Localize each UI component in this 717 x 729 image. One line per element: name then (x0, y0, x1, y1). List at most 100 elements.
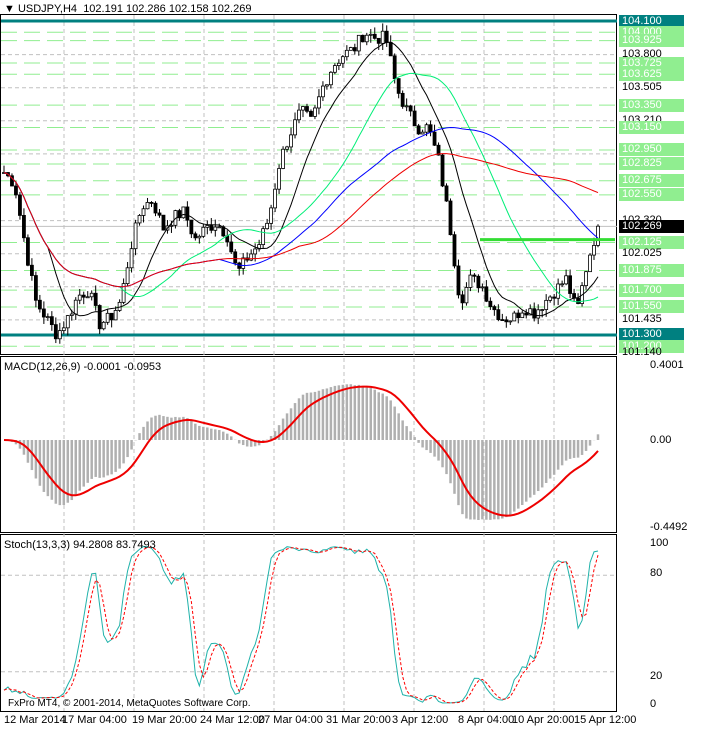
candle (492, 306, 497, 311)
price-label: 101.140 (622, 346, 662, 359)
chart-window[interactable]: ▼ USDJPY,H4 102.191 102.286 102.158 102.… (0, 0, 717, 729)
candle (488, 300, 493, 308)
candle (233, 251, 238, 264)
price-label: 101.700 (619, 283, 684, 297)
open-price: 102.191 (83, 3, 123, 15)
stoch-scale-0: 0 (650, 698, 657, 710)
candle (592, 244, 596, 256)
candle (205, 225, 210, 228)
candle (540, 309, 545, 311)
candle (384, 30, 389, 43)
candle (22, 215, 26, 239)
candle (325, 84, 329, 87)
macd-signal-line (3, 385, 599, 517)
macd-scale-max: 0.4001 (650, 359, 684, 371)
candle (129, 248, 134, 269)
candle (340, 56, 345, 64)
candle (348, 47, 353, 51)
ma-mid-line (3, 72, 599, 303)
candle (61, 327, 66, 332)
candle (161, 214, 166, 231)
candle (41, 308, 46, 318)
candle (568, 275, 572, 294)
candle (552, 296, 557, 299)
candle (30, 264, 34, 276)
candle (504, 319, 509, 323)
stoch-scale-100: 100 (650, 537, 669, 549)
stoch-signal-line (3, 546, 599, 704)
candle (265, 222, 270, 230)
candle (536, 309, 541, 319)
candle (364, 34, 369, 43)
price-label: 103.505 (622, 81, 662, 94)
candle (380, 30, 385, 44)
candle (524, 312, 529, 316)
time-label: 12 Mar 2014 (4, 714, 66, 726)
candle (336, 62, 341, 66)
macd-scale-zero: 0.00 (650, 434, 672, 446)
main-panel-frame (0, 14, 617, 355)
candle (476, 275, 481, 289)
price-label: 102.950 (619, 143, 684, 157)
candle (289, 134, 293, 148)
candle (185, 206, 190, 221)
candle (113, 310, 118, 321)
ma-fast-line (3, 41, 599, 317)
candle (305, 106, 309, 112)
candle (564, 275, 569, 285)
candle (392, 55, 397, 80)
candle (209, 225, 214, 231)
candle (93, 292, 98, 306)
candle (18, 194, 22, 216)
candle (73, 299, 78, 315)
macd-label: MACD(12,26,9) -0.0001 -0.0953 (4, 361, 162, 373)
high-price: 102.286 (126, 3, 166, 15)
candle (472, 274, 477, 277)
time-label: 10 Apr 20:00 (512, 714, 575, 726)
time-label: 3 Apr 12:00 (392, 714, 449, 726)
candle (309, 110, 313, 117)
candle (516, 312, 521, 319)
candle (269, 207, 274, 224)
candle (133, 222, 138, 250)
candle (169, 224, 174, 227)
candle (137, 215, 142, 224)
price-label: 101.550 (619, 300, 684, 314)
ma-slow-line (3, 127, 599, 288)
candle (496, 309, 501, 320)
candle (317, 96, 321, 109)
candle (285, 146, 289, 150)
candle (253, 248, 258, 255)
symbol: USDJPY,H4 (17, 3, 78, 15)
candle (57, 330, 62, 340)
price-label: 103.925 (619, 34, 684, 48)
candle (105, 312, 110, 323)
candle (313, 107, 317, 117)
candle (101, 321, 106, 330)
candle (97, 305, 102, 330)
candle (293, 119, 297, 136)
candle (141, 208, 146, 216)
collapse-arrow-icon[interactable]: ▼ (4, 3, 15, 15)
candle (460, 294, 465, 304)
candle (14, 185, 18, 196)
candle (560, 283, 565, 286)
candle (149, 202, 154, 204)
candle (372, 33, 377, 39)
candle (416, 125, 421, 135)
candle (544, 299, 549, 310)
candle (321, 85, 325, 98)
candle (508, 320, 513, 323)
candle (49, 316, 54, 326)
candle (520, 312, 525, 319)
candle (37, 299, 42, 310)
candle (89, 292, 94, 298)
candle (261, 228, 266, 245)
price-label: 103.350 (619, 98, 684, 112)
candle (388, 42, 393, 57)
candle (53, 324, 58, 340)
stoch-main-line (3, 545, 599, 704)
candle (213, 226, 218, 231)
stoch-label: Stoch(13,3,3) 94.2808 83.7493 (4, 539, 156, 551)
price-label: 102.675 (619, 174, 684, 188)
